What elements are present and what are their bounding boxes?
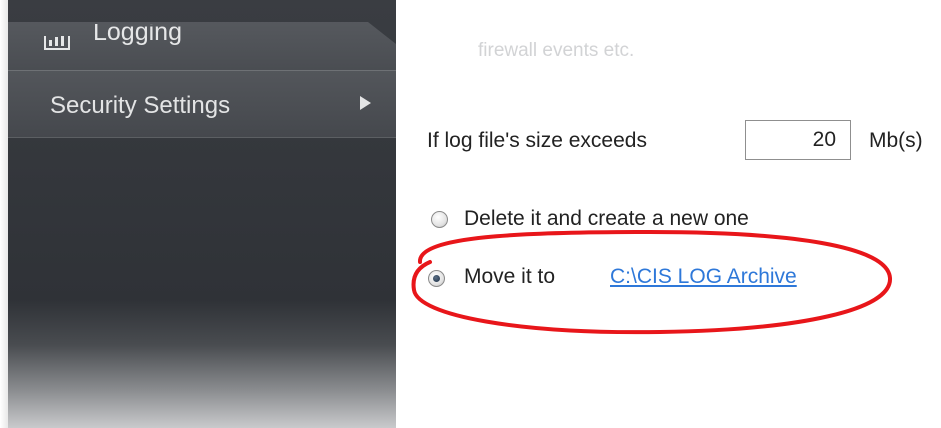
bar-chart-icon [44, 36, 70, 50]
log-size-unit: Mb(s) [869, 129, 923, 152]
move-option-radio[interactable] [428, 270, 445, 287]
delete-option-radio[interactable] [431, 211, 448, 228]
delete-option-label[interactable]: Delete it and create a new one [464, 207, 749, 231]
move-option-label[interactable]: Move it to [464, 265, 555, 289]
arrow-right-icon [360, 96, 371, 110]
sidebar-item-label: Logging [93, 18, 182, 46]
archive-folder-link[interactable]: C:\CIS LOG Archive [610, 265, 797, 289]
log-size-input[interactable] [745, 120, 851, 160]
description-text: firewall events etc. [478, 40, 635, 61]
sidebar-item-security-settings[interactable]: Security Settings [8, 70, 396, 138]
sidebar-item-label: Security Settings [50, 92, 231, 119]
sidebar-item-logging[interactable]: Logging [8, 18, 396, 70]
sidebar-edge [0, 0, 8, 428]
sidebar: Logging Security Settings [8, 0, 396, 428]
log-size-label: If log file's size exceeds [427, 129, 647, 152]
logging-settings-screen: Logging Security Settings firewall event… [0, 0, 941, 428]
